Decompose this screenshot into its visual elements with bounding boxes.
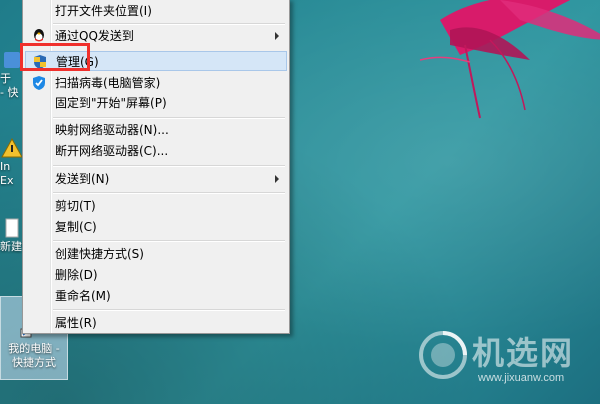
watermark-logo-icon — [419, 331, 467, 379]
warning-triangle-icon — [1, 138, 23, 158]
submenu-arrow-icon — [275, 175, 279, 183]
desktop: 于 - 快 In Ex 新建 我的电脑 - 快捷方式 打开文件夹位置(I) 通过… — [0, 0, 600, 404]
menu-separator — [53, 240, 285, 242]
menu-item-open-file-location[interactable]: 打开文件夹位置(I) — [25, 1, 287, 21]
submenu-arrow-icon — [275, 32, 279, 40]
desktop-icon-label: 新建 — [0, 240, 22, 253]
menu-item-copy[interactable]: 复制(C) — [25, 217, 287, 237]
menu-item-delete[interactable]: 删除(D) — [25, 265, 287, 285]
tencent-shield-icon — [33, 76, 45, 90]
menu-item-create-shortcut[interactable]: 创建快捷方式(S) — [25, 244, 287, 264]
menu-separator — [53, 117, 285, 119]
desktop-icon-label: 我的电脑 - 快捷方式 — [8, 342, 60, 369]
menu-separator — [53, 23, 285, 25]
desktop-icon-sublabel: Ex — [0, 174, 14, 187]
desktop-icon-sublabel: - 快 — [0, 86, 19, 99]
watermark: 机选网 www.jixuanw.com — [418, 326, 594, 392]
file-icon — [5, 218, 19, 238]
desktop-icon-new[interactable]: 新建 — [0, 218, 24, 254]
menu-item-pin-to-start[interactable]: 固定到"开始"屏幕(P) — [25, 93, 287, 113]
desktop-icon-label: In — [0, 160, 11, 173]
watermark-brand: 机选网 — [472, 334, 575, 372]
menu-item-map-network-drive[interactable]: 映射网络驱动器(N)... — [25, 120, 287, 140]
desktop-icon-internet-explorer[interactable]: In Ex — [0, 138, 24, 188]
menu-item-send-to[interactable]: 发送到(N) — [25, 169, 287, 189]
qq-penguin-icon — [34, 29, 44, 42]
watermark-url: www.jixuanw.com — [478, 372, 565, 384]
highlight-annotation-box — [20, 43, 90, 71]
menu-separator — [53, 192, 285, 194]
menu-item-disconnect-network-drive[interactable]: 断开网络驱动器(C)... — [25, 141, 287, 161]
flower-wallpaper-graphic — [419, 0, 600, 119]
menu-item-scan-virus[interactable]: 扫描病毒(电脑管家) — [25, 73, 287, 93]
menu-separator — [53, 165, 285, 167]
menu-item-cut[interactable]: 剪切(T) — [25, 196, 287, 216]
menu-item-rename[interactable]: 重命名(M) — [25, 286, 287, 306]
menu-separator — [53, 309, 285, 311]
desktop-icon-label: 于 — [0, 72, 11, 85]
menu-item-properties[interactable]: 属性(R) — [25, 313, 287, 333]
